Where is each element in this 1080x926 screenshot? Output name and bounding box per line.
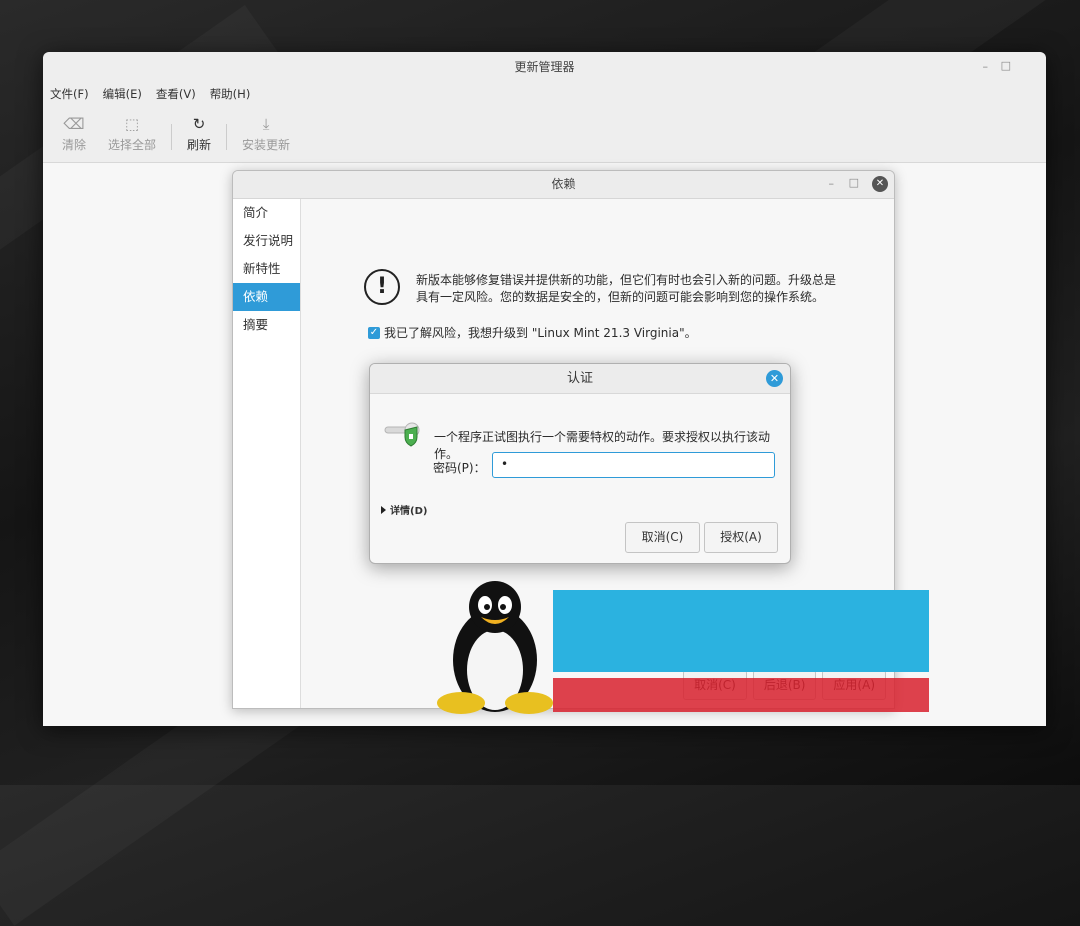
watermark-placeholder: [553, 590, 929, 672]
sidebar-item-new-features[interactable]: 新特性: [233, 255, 300, 283]
authentication-dialog: 认证 ✕ 一个程序正试图执行一个需要特权的动作。要求授权以执行该动作。 密码(P…: [369, 363, 791, 564]
sidebar-item-summary[interactable]: 摘要: [233, 311, 300, 339]
details-expander[interactable]: 详情(D): [381, 502, 427, 517]
auth-dialog-title: 认证: [370, 364, 790, 394]
install-updates-button[interactable]: ⤓ 安装更新: [231, 114, 301, 153]
select-all-icon: ⬚: [124, 115, 140, 133]
mascot-placeholder: [437, 581, 553, 714]
refresh-icon: ↻: [192, 115, 206, 133]
agree-risk-checkbox[interactable]: ✓: [368, 326, 380, 339]
menu-bar: 文件(F) 编辑(E) 查看(V) 帮助(H): [50, 86, 250, 102]
auth-cancel-button[interactable]: 取消(C): [625, 522, 700, 553]
dialog-maximize-button[interactable]: □: [849, 176, 859, 189]
warning-text: 新版本能够修复错误并提供新的功能，但它们有时也会引入新的问题。升级总是具有一定风…: [416, 273, 837, 304]
sidebar-item-dependencies[interactable]: 依赖: [233, 283, 300, 311]
sidebar-item-release-notes[interactable]: 发行说明: [233, 227, 300, 255]
select-all-button[interactable]: ⬚ 选择全部: [97, 114, 167, 153]
details-label: 详情(D): [390, 506, 428, 517]
sidebar: 简介 发行说明 新特性 依赖 摘要: [233, 199, 301, 708]
key-shield-icon: [384, 422, 420, 447]
clear-button[interactable]: ⌫ 清除: [51, 114, 97, 153]
backspace-icon: ⌫: [63, 115, 85, 133]
menu-edit[interactable]: 编辑(E): [103, 86, 142, 102]
menu-help[interactable]: 帮助(H): [210, 86, 251, 102]
authorize-button[interactable]: 授权(A): [704, 522, 778, 553]
warning-icon: !: [364, 269, 400, 305]
select-all-label: 选择全部: [108, 138, 157, 152]
password-label: 密码(P)：: [433, 461, 486, 475]
dialog-minimize-button[interactable]: –: [829, 177, 835, 190]
download-icon: ⤓: [262, 115, 270, 133]
dialog-title: 依赖: [233, 171, 894, 199]
window-title: 更新管理器: [514, 60, 575, 74]
agree-risk-checkbox-row[interactable]: ✓ 我已了解风险，我想升级到 "Linux Mint 21.3 Virginia…: [368, 324, 697, 341]
refresh-button[interactable]: ↻ 刷新: [176, 114, 222, 153]
menu-file[interactable]: 文件(F): [50, 86, 89, 102]
minimize-button[interactable]: –: [983, 60, 989, 73]
sidebar-item-intro[interactable]: 简介: [233, 199, 300, 227]
maximize-button[interactable]: □: [1001, 59, 1011, 72]
toolbar-separator: [171, 124, 173, 150]
clear-label: 清除: [62, 138, 87, 152]
agree-risk-label: 我已了解风险，我想升级到 "Linux Mint 21.3 Virginia"。: [384, 326, 697, 340]
watermark-placeholder: [553, 678, 929, 712]
toolbar-separator: [226, 124, 228, 150]
refresh-label: 刷新: [187, 138, 212, 152]
expand-triangle-icon: [381, 505, 386, 514]
auth-close-button[interactable]: ✕: [766, 370, 783, 387]
menu-view[interactable]: 查看(V): [156, 86, 196, 102]
toolbar: ⌫ 清除 ⬚ 选择全部 ↻ 刷新 ⤓ 安装更新: [51, 114, 301, 162]
install-updates-label: 安装更新: [242, 138, 291, 152]
dialog-close-button[interactable]: ✕: [872, 176, 888, 192]
password-input[interactable]: •: [492, 452, 775, 478]
